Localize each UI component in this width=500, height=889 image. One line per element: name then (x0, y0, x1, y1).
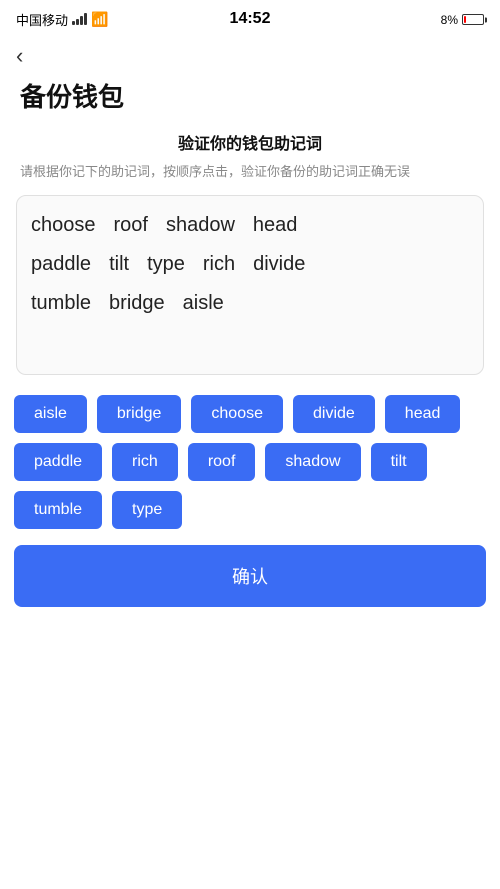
tag-area: aisle bridge choose divide head paddle r… (0, 395, 500, 529)
grid-word-head: head (253, 214, 298, 237)
grid-word-paddle: paddle (31, 253, 91, 276)
grid-word-rich: rich (203, 253, 235, 276)
tag-rich[interactable]: rich (112, 443, 178, 481)
tag-shadow[interactable]: shadow (265, 443, 360, 481)
grid-word-aisle: aisle (183, 292, 224, 315)
tag-paddle[interactable]: paddle (14, 443, 102, 481)
grid-word-tilt: tilt (109, 253, 129, 276)
grid-word-roof: roof (114, 214, 148, 237)
section-subtitle: 请根据你记下的助记词，按顺序点击，验证你备份的助记词正确无误 (0, 162, 500, 183)
battery-icon (462, 14, 484, 25)
status-left: 中国移动 📶 (16, 10, 108, 29)
grid-word-tumble: tumble (31, 292, 91, 315)
grid-word-divide: divide (253, 253, 305, 276)
tag-choose[interactable]: choose (191, 395, 283, 433)
status-right: 8% (441, 13, 484, 27)
tag-divide[interactable]: divide (293, 395, 375, 433)
word-grid-row-3: tumble bridge aisle (31, 292, 469, 319)
tag-roof[interactable]: roof (188, 443, 256, 481)
grid-word-shadow: shadow (166, 214, 235, 237)
section-title: 验证你的钱包助记词 (0, 130, 500, 154)
tag-tumble[interactable]: tumble (14, 491, 102, 529)
wifi-icon: 📶 (91, 11, 108, 28)
signal-icon (72, 11, 87, 28)
confirm-button[interactable]: 确认 (14, 545, 486, 607)
status-bar: 中国移动 📶 14:52 8% (0, 0, 500, 35)
grid-word-type: type (147, 253, 185, 276)
back-button[interactable]: ‹ (0, 35, 39, 73)
word-grid-row-1: choose roof shadow head (31, 214, 469, 241)
tag-tilt[interactable]: tilt (371, 443, 427, 481)
grid-word-choose: choose (31, 214, 96, 237)
word-grid-row-2: paddle tilt type rich divide (31, 253, 469, 280)
tag-bridge[interactable]: bridge (97, 395, 181, 433)
battery-percent-label: 8% (441, 13, 458, 27)
status-time: 14:52 (230, 10, 271, 28)
tag-head[interactable]: head (385, 395, 461, 433)
carrier-label: 中国移动 (16, 10, 68, 29)
grid-word-bridge: bridge (109, 292, 165, 315)
tag-aisle[interactable]: aisle (14, 395, 87, 433)
tag-type[interactable]: type (112, 491, 182, 529)
page-title: 备份钱包 (0, 73, 500, 130)
word-grid-box: choose roof shadow head paddle tilt type… (16, 195, 484, 375)
back-icon: ‹ (16, 43, 23, 68)
